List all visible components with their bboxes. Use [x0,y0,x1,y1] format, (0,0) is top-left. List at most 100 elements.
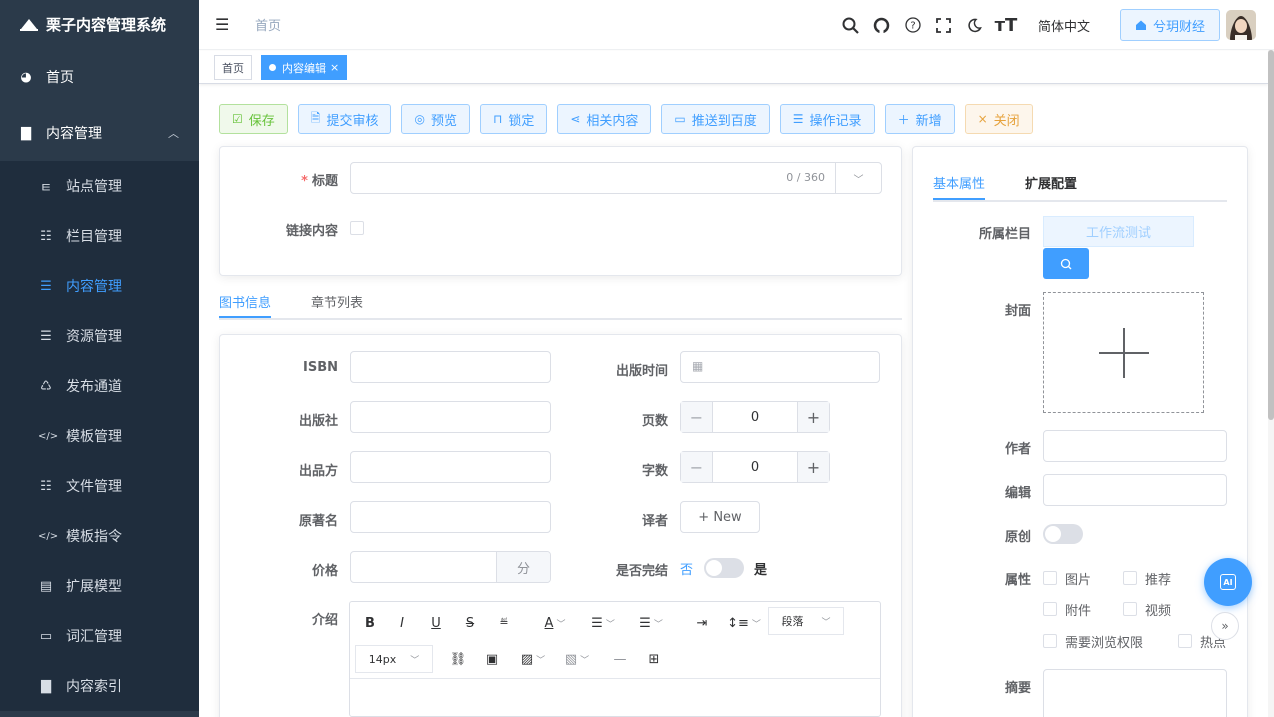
image-icon[interactable]: ▨ ﹀ [518,652,548,667]
editor-input[interactable] [1043,474,1227,506]
catalog-tag[interactable]: 工作流测试 [1043,216,1194,247]
strikethrough-icon[interactable]: S [462,616,478,631]
divider-icon[interactable]: — [612,652,628,667]
producer-input[interactable] [350,451,551,483]
save-button[interactable]: ☑ 保存 [219,104,288,134]
app-logo[interactable]: 栗子内容管理系统 [0,0,199,48]
help-icon[interactable]: ? [902,14,924,36]
preview-button[interactable]: ◎ 预览 [401,104,470,134]
bulleted-list-icon[interactable]: ☰ ﹀ [588,616,618,631]
attr-permission-checkbox[interactable] [1043,634,1057,648]
operation-log-button[interactable]: ☰ 操作记录 [779,104,875,134]
tab-basic[interactable]: 基本属性 [933,173,986,200]
search-icon[interactable] [840,14,862,36]
sidebar-item-directive[interactable]: </> 模板指令 [0,511,199,561]
image-search-icon[interactable]: ▧ ﹀ [562,652,592,667]
chevron-down-icon[interactable]: ﹀ [835,163,881,193]
github-icon[interactable] [871,14,893,36]
attr-recommend-checkbox[interactable] [1123,571,1137,585]
avatar[interactable] [1226,10,1256,40]
attr-hot-checkbox[interactable] [1178,634,1192,648]
publisher-input[interactable] [350,401,551,433]
scrollbar-thumb[interactable] [1268,50,1274,420]
sidebar-item-site[interactable]: ㅌ 站点管理 [0,161,199,211]
code-icon: </> [38,530,59,542]
menu-fold-icon[interactable]: ☰ [215,15,233,34]
fullscreen-icon[interactable] [933,14,955,36]
tag-content-edit[interactable]: 内容编辑 × [261,55,348,80]
pages-value[interactable]: 0 [713,402,797,432]
summary-label: 摘要 [1004,681,1031,696]
sidebar-item-resource[interactable]: ☰ 资源管理 [0,311,199,361]
indent-icon[interactable]: ⇥ [694,616,710,631]
video-icon[interactable]: ▣ [484,652,500,667]
add-translator-button[interactable]: + New [680,501,760,533]
finished-label: 是否完结 [615,564,668,579]
lock-button[interactable]: ⊓ 锁定 [479,104,548,134]
bold-icon[interactable]: B [362,616,378,631]
plus-icon[interactable]: + [797,402,829,432]
catalog-search-button[interactable] [1043,248,1089,279]
sidebar-item-publish[interactable]: ♺ 发布通道 [0,361,199,411]
tag-home[interactable]: 首页 [214,55,252,80]
language-select[interactable]: 简体中文 [1038,16,1090,35]
dark-mode-icon[interactable] [964,14,986,36]
publish-time-picker[interactable]: ▦ [680,351,880,383]
numbered-list-icon[interactable]: ☰ ﹀ [636,616,666,631]
sidebar-item-vocab[interactable]: ▭ 词汇管理 [0,611,199,661]
attr-image-checkbox[interactable] [1043,571,1057,585]
site-switch-button[interactable]: 兮玥财经 [1119,9,1220,41]
sidebar-item-index[interactable]: ▇ 内容索引 [0,661,199,711]
isbn-input[interactable] [350,351,551,383]
finished-toggle[interactable] [704,558,744,578]
author-input[interactable] [1043,430,1227,462]
page-scrollbar[interactable] [1268,50,1274,717]
link-content-checkbox[interactable] [350,221,364,235]
sidebar-item-template[interactable]: </> 模板管理 [0,411,199,461]
price-input[interactable]: 分 [350,551,551,583]
summary-textarea[interactable] [1043,669,1227,717]
attr-attachment-checkbox[interactable] [1043,602,1057,616]
tags-view: 首页 内容编辑 × [199,51,1268,84]
sidebar-item-catalog[interactable]: ☷ 栏目管理 [0,211,199,261]
title-input[interactable]: 0 / 360 ﹀ [350,162,882,194]
sidebar-item-content-group[interactable]: ▇ 内容管理 ︿ [0,108,199,158]
paragraph-select[interactable]: 段落 ﹀ [768,607,844,635]
table-icon[interactable]: ⊞ [646,652,662,667]
minus-icon[interactable]: − [681,402,713,432]
font-size-select[interactable]: 14px ﹀ [355,645,433,673]
font-size-icon[interactable]: ᴛT [995,14,1018,36]
pages-stepper[interactable]: − 0 + [680,401,830,433]
sidebar-item-model[interactable]: ▤ 扩展模型 [0,561,199,611]
tab-book-info[interactable]: 图书信息 [219,292,272,318]
attr-video-checkbox[interactable] [1123,602,1137,616]
expand-button[interactable]: » [1211,612,1239,640]
link-icon[interactable]: ⛓ [450,652,467,667]
underline-icon[interactable]: U [428,616,444,631]
related-content-button[interactable]: ⋖ 相关内容 [557,104,652,134]
font-color-icon[interactable]: A ﹀ [540,616,570,631]
push-baidu-button[interactable]: ▭ 推送到百度 [661,104,770,134]
code-icon[interactable]: ≝ [496,616,512,629]
tab-chapters[interactable]: 章节列表 [311,292,363,318]
cover-upload[interactable] [1043,292,1204,413]
italic-icon[interactable]: I [394,616,410,631]
add-button[interactable]: ＋ 新增 [884,104,955,134]
ai-assistant-button[interactable]: AI [1204,558,1252,606]
close-icon[interactable]: × [330,61,339,74]
sidebar-item-file[interactable]: ☷ 文件管理 [0,461,199,511]
line-height-icon[interactable]: ↕≡ ﹀ [726,616,762,631]
breadcrumb[interactable]: 首页 [255,15,281,34]
original-name-input[interactable] [350,501,551,533]
submit-review-button[interactable]: 🗎 提交审核 [297,104,392,134]
words-value[interactable]: 0 [713,452,797,482]
plus-icon: ＋ [897,112,910,127]
words-stepper[interactable]: − 0 + [680,451,830,483]
tab-ext[interactable]: 扩展配置 [1025,173,1077,200]
minus-icon[interactable]: − [681,452,713,482]
sidebar-item-content[interactable]: ☰ 内容管理 [0,261,199,311]
sidebar-item-home[interactable]: ◕ 首页 [0,52,199,102]
close-button[interactable]: × 关闭 [964,104,1033,134]
original-toggle[interactable] [1043,524,1083,544]
plus-icon[interactable]: + [797,452,829,482]
